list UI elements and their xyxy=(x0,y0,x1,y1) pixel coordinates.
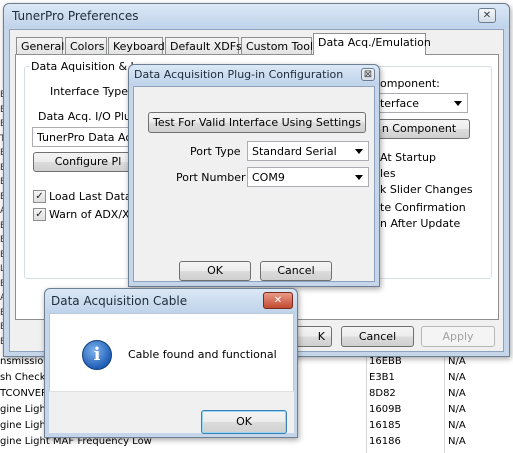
table-cell: 16186 xyxy=(369,436,401,447)
port-type-select[interactable]: Standard Serial xyxy=(247,141,369,161)
cable-message-dialog: Data Acquisition Cable ✕ i Cable found a… xyxy=(44,288,298,438)
table-cell: N/A xyxy=(448,420,466,431)
port-number-value: COM9 xyxy=(252,171,285,184)
option-label: At Startup xyxy=(380,151,436,164)
close-icon[interactable]: ✕ xyxy=(263,292,293,309)
table-cell: TCONVER xyxy=(0,388,48,399)
cable-message: Cable found and functional xyxy=(128,348,277,361)
component-label: omponent: xyxy=(380,77,440,90)
table-cell: N/A xyxy=(448,436,466,447)
component-combo[interactable]: nterface xyxy=(368,93,468,113)
component-button[interactable]: n Component xyxy=(368,119,470,139)
port-type-value: Standard Serial xyxy=(252,145,337,158)
test-interface-button[interactable]: Test For Valid Interface Using Settings xyxy=(148,112,366,133)
table-cell: N/A xyxy=(448,388,466,399)
prefs-apply-button[interactable]: Apply xyxy=(421,326,495,347)
tab-keyboard[interactable]: Keyboard xyxy=(108,37,165,54)
interface-type-label: Interface Type xyxy=(50,85,129,98)
table-cell: E3B1 xyxy=(369,372,395,383)
config-ok-button[interactable]: OK xyxy=(179,261,251,281)
table-cell: gine Light xyxy=(0,420,50,431)
port-type-label: Port Type xyxy=(190,145,241,158)
port-number-label: Port Number xyxy=(176,171,246,184)
option-label: n After Update xyxy=(380,217,461,230)
config-cancel-button[interactable]: Cancel xyxy=(260,261,332,281)
cable-dialog-titlebar[interactable]: Data Acquisition Cable ✕ xyxy=(45,289,297,313)
plugin-config-title: Data Acquisition Plug-in Configuration xyxy=(134,68,344,81)
table-cell: N/A xyxy=(448,372,466,383)
cable-dialog-client: i Cable found and functional OK xyxy=(49,313,294,434)
chevron-down-icon xyxy=(355,149,363,154)
plugin-combo[interactable]: TunerPro Data Acqu xyxy=(32,127,142,147)
plugin-combo-value: TunerPro Data Acqu xyxy=(37,131,142,144)
table-cell: N/A xyxy=(448,404,466,415)
cable-ok-button[interactable]: OK xyxy=(201,410,287,434)
table-cell: 16185 xyxy=(369,420,401,431)
preferences-title: TunerPro Preferences xyxy=(12,9,139,23)
table-cell: N/A xyxy=(448,356,466,367)
chevron-down-icon xyxy=(355,175,363,180)
option-label: k Slider Changes xyxy=(380,183,473,196)
plugin-config-titlebar[interactable]: Data Acquisition Plug-in Configuration ⊠ xyxy=(129,65,379,85)
cable-dialog-title: Data Acquisition Cable xyxy=(51,294,188,308)
column-separator xyxy=(366,355,367,453)
tab-colors[interactable]: Colors xyxy=(65,37,107,54)
tab-general[interactable]: General xyxy=(16,37,64,54)
load-last-checkbox[interactable]: ✓ xyxy=(33,190,46,203)
information-icon: i xyxy=(82,340,112,370)
table-cell: 16EBB xyxy=(369,356,402,367)
plugin-config-client: Test For Valid Interface Using Settings … xyxy=(133,86,375,282)
option-label: les xyxy=(380,167,396,180)
tab-data-acq-emulation[interactable]: Data Acq./Emulation xyxy=(313,33,431,55)
port-number-select[interactable]: COM9 xyxy=(247,167,369,187)
close-icon[interactable]: ✕ xyxy=(478,8,496,23)
table-cell: 8D82 xyxy=(369,388,396,399)
table-cell: gine Light xyxy=(0,404,50,415)
tab-default-xdfs[interactable]: Default XDFs xyxy=(165,37,242,54)
prefs-cancel-button[interactable]: Cancel xyxy=(341,326,414,347)
option-label: te Confirmation xyxy=(380,201,466,214)
plugin-config-dialog: Data Acquisition Plug-in Configuration ⊠… xyxy=(128,64,380,287)
table-cell: 1609B xyxy=(369,404,402,415)
column-separator xyxy=(444,355,445,453)
chevron-down-icon xyxy=(454,101,462,106)
table-cell: nsmission xyxy=(0,356,50,367)
close-icon[interactable]: ⊠ xyxy=(361,68,375,81)
tab-custom-tools[interactable]: Custom Tools xyxy=(241,37,319,54)
configure-plugin-button[interactable]: Configure Pl xyxy=(33,152,143,172)
plugin-label: Data Acq. I/O Plug- xyxy=(38,110,142,123)
warn-adx-checkbox[interactable]: ✓ xyxy=(33,208,46,221)
preferences-titlebar[interactable]: TunerPro Preferences ✕ xyxy=(4,4,509,28)
